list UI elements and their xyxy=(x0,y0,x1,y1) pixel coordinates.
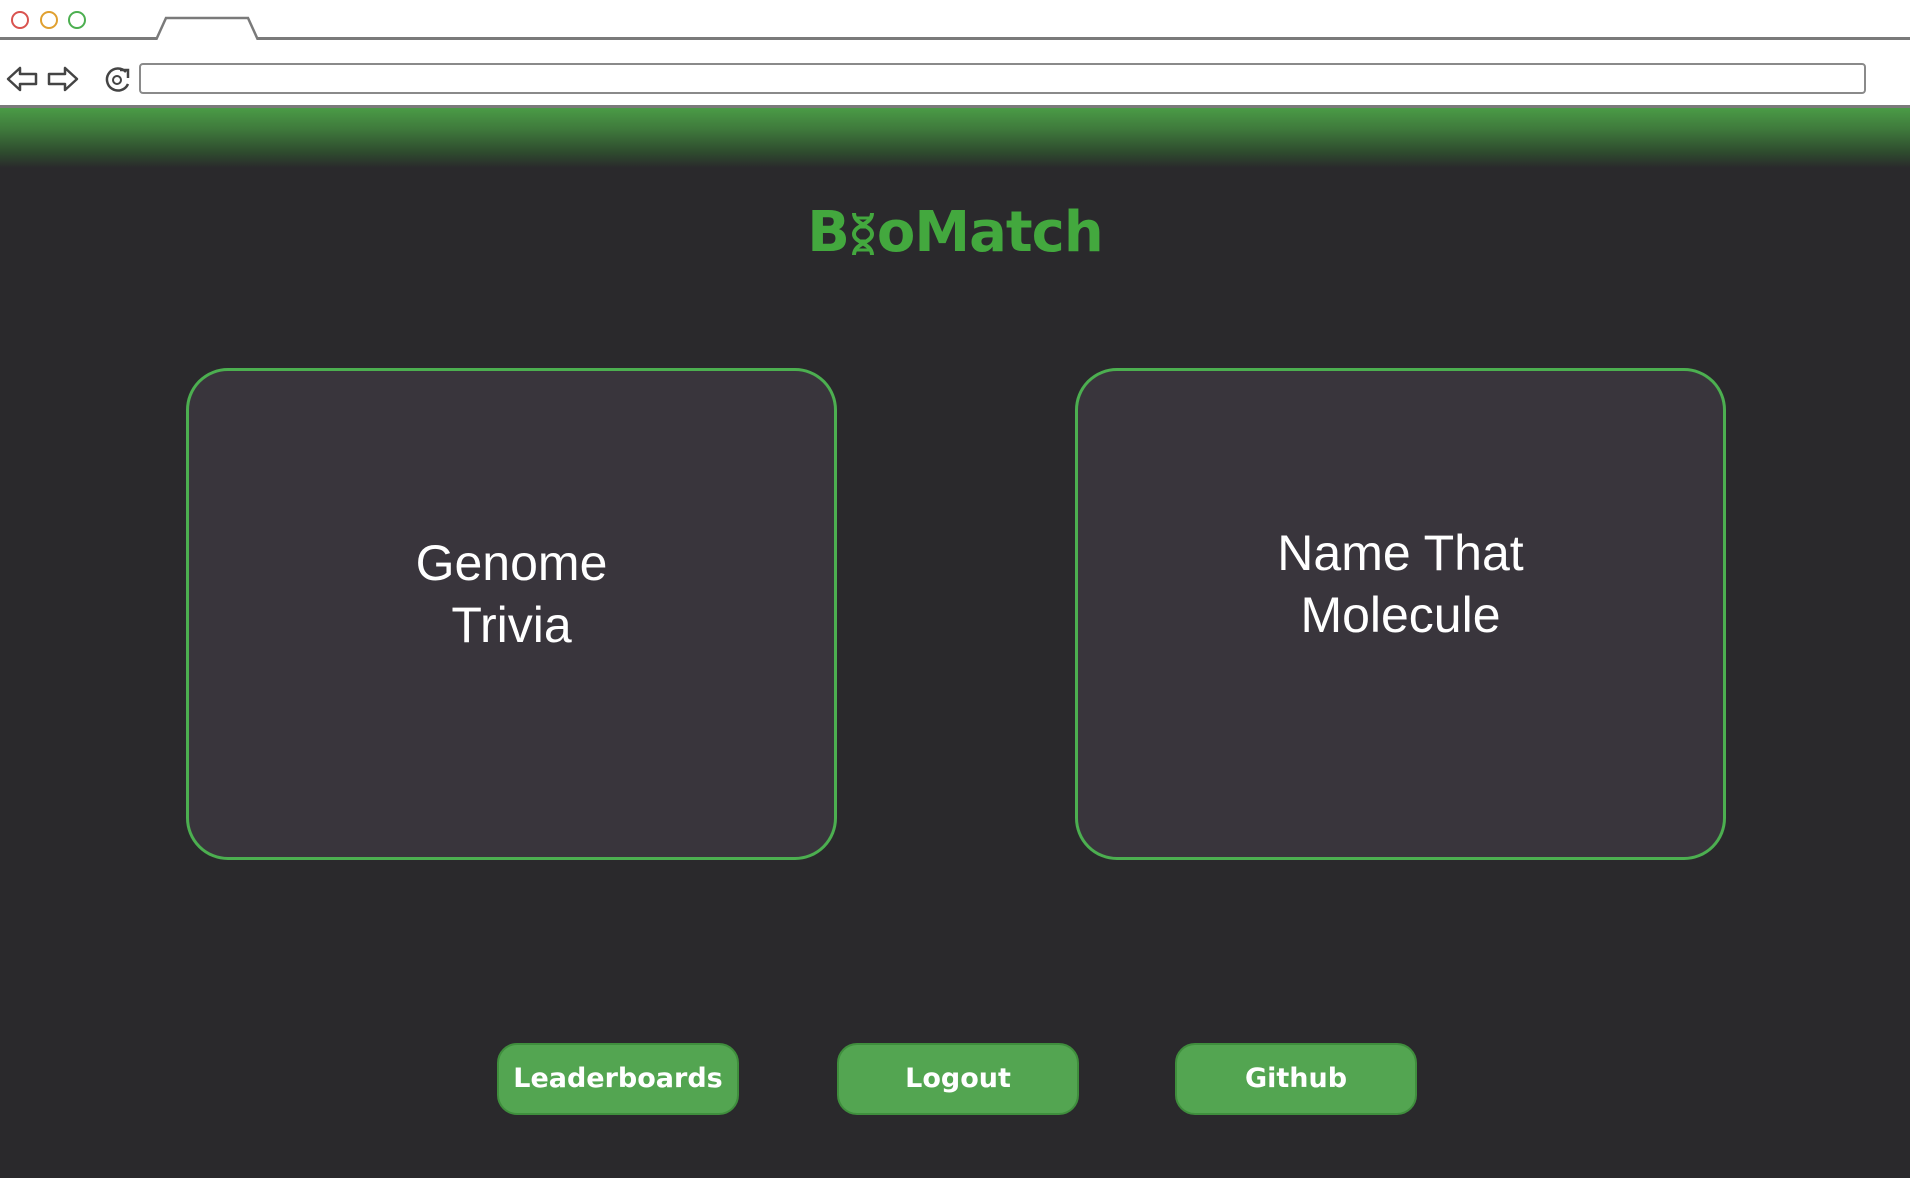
logout-button[interactable]: Logout xyxy=(837,1043,1079,1115)
browser-chrome xyxy=(0,0,1910,108)
logo-text-suffix: oMatch xyxy=(876,200,1104,265)
forward-arrow-icon[interactable] xyxy=(45,62,81,96)
dna-icon xyxy=(851,212,874,256)
minimize-window-icon[interactable] xyxy=(40,11,58,29)
header-band xyxy=(0,108,1910,168)
browser-nav-bar xyxy=(0,40,1910,108)
logo-text-prefix: B xyxy=(807,200,850,265)
name-that-molecule-card[interactable]: Name That Molecule xyxy=(1075,368,1726,860)
browser-tab-bar xyxy=(0,0,1910,40)
back-arrow-icon[interactable] xyxy=(4,62,40,96)
card-title: Name That Molecule xyxy=(1277,525,1524,643)
maximize-window-icon[interactable] xyxy=(68,11,86,29)
app-logo: B oMatch xyxy=(0,200,1910,265)
url-bar[interactable] xyxy=(139,63,1866,94)
browser-tab[interactable] xyxy=(156,16,258,40)
reload-icon[interactable] xyxy=(102,62,134,96)
card-title: Genome Trivia xyxy=(415,535,608,653)
leaderboards-button[interactable]: Leaderboards xyxy=(497,1043,739,1115)
close-window-icon[interactable] xyxy=(11,11,29,29)
genome-trivia-card[interactable]: Genome Trivia xyxy=(186,368,837,860)
github-button[interactable]: Github xyxy=(1175,1043,1417,1115)
